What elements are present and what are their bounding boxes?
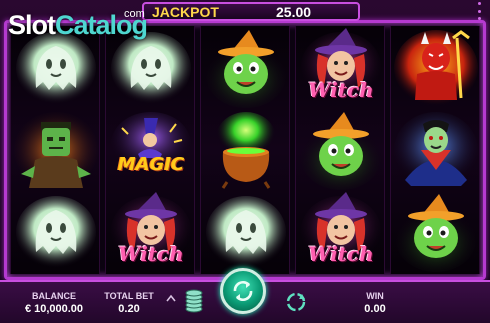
witch-green-symbol [201,28,291,108]
total-bet-display: TOTAL BET 0.20 [100,291,158,315]
autoplay-icon[interactable] [284,290,308,314]
reel-3 [200,26,290,274]
watermark-suffix: com [124,8,145,20]
witch-green-symbol [391,192,481,272]
jackpot-value: 25.00 [276,3,312,20]
win-display: WIN 0.00 [352,291,398,315]
bottom-bar: BALANCE € 10,000.00 TOTAL BET 0.20 WIN 0… [0,268,490,323]
menu-dots-icon[interactable] [474,2,484,20]
wizard-magic-symbol: MAGIC [106,110,196,190]
witch-purple-symbol: Witch [296,192,386,272]
cauldron-symbol [201,110,291,190]
reels-grid: MAGIC Witch Witch Witch [10,26,480,274]
balance-value: € 10,000.00 [24,303,84,315]
ghost-symbol [11,192,101,272]
balance-label: BALANCE [32,291,76,301]
witch-purple-symbol: Witch [296,28,386,108]
witch-purple-symbol: Witch [106,192,196,272]
reel-5 [390,26,480,274]
frankenstein-symbol [11,110,101,190]
reel-2: MAGIC Witch [105,26,195,274]
jackpot-label: JACKPOT [152,3,219,20]
jackpot-bar: JACKPOT 25.00 [142,2,360,21]
win-value: 0.00 [364,303,386,315]
vampire-symbol [391,110,481,190]
witch-green-symbol [296,110,386,190]
spin-arrows-icon [233,280,253,302]
spin-button[interactable] [220,268,266,314]
reel-1 [10,26,100,274]
witch-symbol-label: Witch [118,242,184,266]
watermark-word-slot: Slot [8,10,56,40]
devil-symbol [391,28,481,108]
chevron-up-icon[interactable] [166,294,176,302]
balance-display: BALANCE € 10,000.00 [22,291,86,315]
witch-symbol-label: Witch [308,78,374,102]
ghost-symbol [201,192,291,272]
total-bet-value: 0.20 [118,303,140,315]
coin-stack-icon[interactable] [184,289,204,313]
win-label: WIN [366,291,384,301]
magic-symbol-label: MAGIC [117,154,185,175]
total-bet-label: TOTAL BET [104,291,154,301]
witch-symbol-label: Witch [308,242,374,266]
reel-4: Witch Witch [295,26,385,274]
